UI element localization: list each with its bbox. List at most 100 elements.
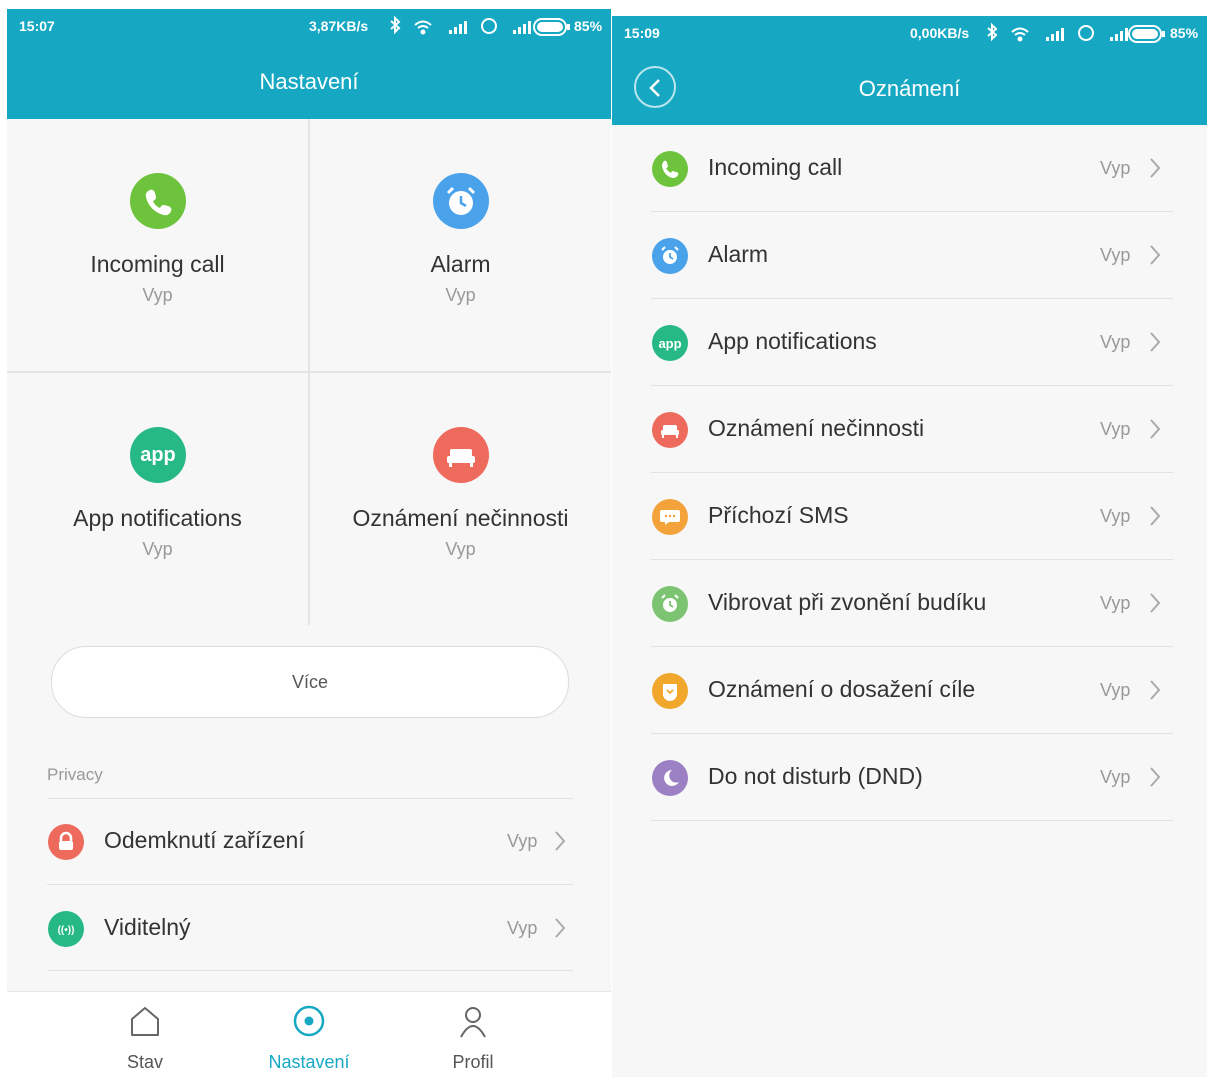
svg-text:app: app	[140, 444, 176, 466]
settings-circle-icon	[293, 1005, 325, 1037]
chevron-right-icon	[1150, 245, 1161, 265]
divider	[651, 820, 1173, 821]
app-icon: app	[129, 427, 186, 483]
chevron-right-icon	[1150, 680, 1161, 700]
sofa-icon	[652, 412, 688, 448]
tile-value: Vyp	[445, 285, 476, 305]
status-icons	[390, 15, 531, 35]
sofa-icon	[432, 427, 489, 483]
row-unlock-device[interactable]: Odemknutí zařízení Vyp	[47, 798, 573, 884]
row-label: App notifications	[708, 328, 877, 354]
moon-icon	[652, 760, 688, 796]
more-button[interactable]: Více	[51, 646, 569, 718]
row-visible[interactable]: ((•)) Viditelný Vyp	[47, 885, 573, 971]
row-value: Vyp	[1100, 332, 1131, 352]
alarm-vibrate-icon	[652, 586, 688, 622]
row-vibrate-alarm[interactable]: Vibrovat při zvonění budíku Vyp	[651, 560, 1173, 646]
home-icon	[131, 1007, 159, 1036]
tab-nastaveni[interactable]: Nastavení	[249, 992, 369, 1077]
settings-screen: 15:07 3,87KB/s 85% Nastavení Incoming ca…	[7, 9, 611, 1077]
alarm-clock-icon	[652, 238, 688, 274]
divider	[47, 970, 573, 971]
row-value: Vyp	[507, 918, 538, 938]
goal-icon	[652, 673, 688, 709]
tab-label: Profil	[452, 1052, 494, 1072]
tab-stav[interactable]: Stav	[85, 992, 205, 1077]
tile-label: Alarm	[430, 251, 491, 277]
tile-value: Vyp	[142, 539, 173, 559]
row-value: Vyp	[1100, 245, 1131, 265]
tile-label: Oznámení nečinnosti	[352, 505, 569, 531]
row-goal-reached[interactable]: Oznámení o dosažení cíle Vyp	[651, 647, 1173, 733]
svg-text:((•)): ((•))	[58, 925, 75, 936]
bottom-tab-bar: Stav Nastavení Profil	[7, 991, 611, 1077]
broadcast-icon: ((•))	[48, 911, 84, 947]
battery-percent: 85%	[574, 18, 603, 34]
row-label: Příchozí SMS	[708, 502, 849, 528]
lock-icon	[48, 824, 84, 860]
notification-tiles: Incoming call Vyp Alarm Vyp app App noti…	[7, 119, 611, 625]
row-label: Viditelný	[104, 914, 191, 940]
sms-icon	[652, 499, 688, 535]
section-privacy: Privacy	[47, 765, 103, 784]
row-value: Vyp	[1100, 767, 1131, 787]
grid-divider	[7, 371, 611, 373]
app-header: Nastavení	[7, 45, 611, 119]
person-icon	[460, 1007, 486, 1038]
chevron-right-icon	[1150, 332, 1161, 352]
chevron-right-icon	[555, 918, 566, 938]
app-icon: app	[652, 325, 688, 361]
tile-inactivity[interactable]: Oznámení nečinnosti Vyp	[310, 373, 611, 625]
status-bar: 15:07 3,87KB/s 85%	[7, 9, 611, 45]
row-label: Do not disturb (DND)	[708, 763, 923, 789]
tab-profil[interactable]: Profil	[413, 992, 533, 1077]
row-value: Vyp	[507, 831, 538, 851]
row-incoming-sms[interactable]: Příchozí SMS Vyp	[651, 473, 1173, 559]
battery-icon	[533, 18, 570, 36]
row-value: Vyp	[1100, 158, 1131, 178]
row-label: Vibrovat při zvonění budíku	[708, 589, 987, 615]
row-label: Oznámení nečinnosti	[708, 415, 925, 441]
phone-icon	[652, 151, 688, 187]
status-bar: 15:09 0,00KB/s 85%	[612, 16, 1207, 52]
svg-text:app: app	[658, 336, 681, 351]
chevron-right-icon	[1150, 419, 1161, 439]
chevron-right-icon	[1150, 158, 1161, 178]
battery-percent: 85%	[1170, 25, 1199, 41]
row-value: Vyp	[1100, 680, 1131, 700]
status-icons	[987, 22, 1128, 42]
battery-icon	[1128, 25, 1165, 43]
row-label: Incoming call	[708, 154, 843, 180]
tile-alarm[interactable]: Alarm Vyp	[310, 119, 611, 371]
row-inactivity[interactable]: Oznámení nečinnosti Vyp	[651, 386, 1173, 472]
status-network-speed: 3,87KB/s	[309, 18, 369, 34]
chevron-right-icon	[555, 831, 566, 851]
page-title: Oznámení	[858, 76, 961, 101]
alarm-clock-icon	[432, 173, 489, 229]
chevron-right-icon	[1150, 767, 1161, 787]
tile-label: App notifications	[73, 505, 242, 531]
page-title: Nastavení	[259, 69, 359, 94]
status-time: 15:09	[624, 25, 660, 41]
row-label: Alarm	[708, 241, 769, 267]
chevron-right-icon	[1150, 506, 1161, 526]
tab-label: Stav	[126, 1052, 164, 1072]
row-app-notifications[interactable]: app App notifications Vyp	[651, 299, 1173, 385]
status-time: 15:07	[19, 18, 55, 34]
row-do-not-disturb[interactable]: Do not disturb (DND) Vyp	[651, 734, 1173, 820]
row-alarm[interactable]: Alarm Vyp	[651, 212, 1173, 298]
row-label: Oznámení o dosažení cíle	[708, 676, 976, 702]
row-label: Odemknutí zařízení	[104, 827, 305, 853]
row-value: Vyp	[1100, 419, 1131, 439]
tile-incoming-call[interactable]: Incoming call Vyp	[7, 119, 308, 371]
tile-label: Incoming call	[90, 251, 225, 277]
app-header: Oznámení	[612, 52, 1207, 125]
tile-app-notifications[interactable]: app App notifications Vyp	[7, 373, 308, 625]
tile-value: Vyp	[445, 539, 476, 559]
notifications-screen: 15:09 0,00KB/s 85% Oznámení Incoming cal…	[612, 16, 1207, 1077]
tile-value: Vyp	[142, 285, 173, 305]
row-incoming-call[interactable]: Incoming call Vyp	[651, 125, 1173, 211]
status-network-speed: 0,00KB/s	[910, 25, 970, 41]
tab-label: Nastavení	[268, 1052, 350, 1072]
chevron-right-icon	[1150, 593, 1161, 613]
